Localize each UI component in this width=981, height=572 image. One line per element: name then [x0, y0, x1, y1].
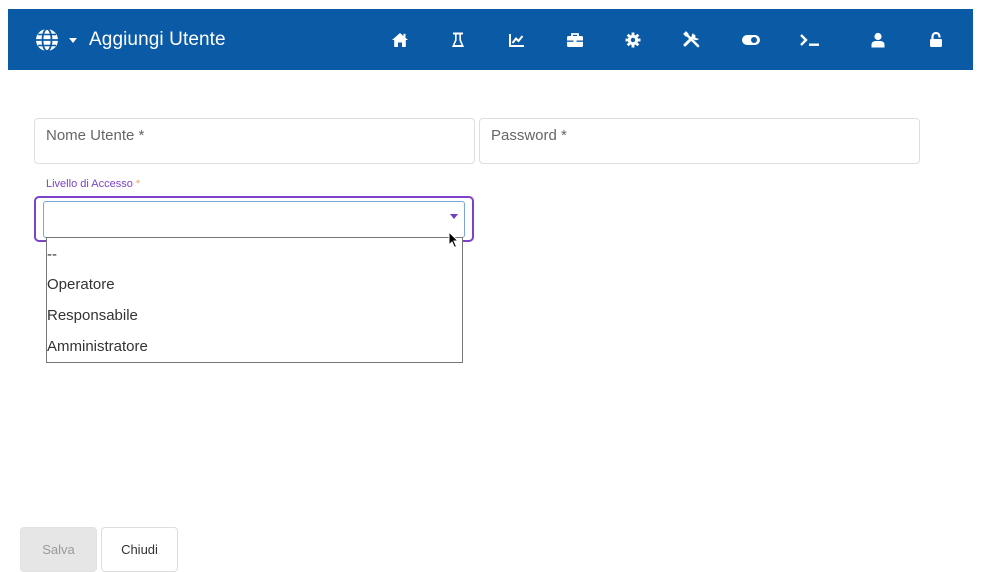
access-level-dropdown: -- Operatore Responsabile Amministratore: [46, 237, 463, 363]
option-amministratore[interactable]: Amministratore: [47, 331, 462, 362]
save-button[interactable]: Salva: [20, 527, 97, 572]
required-mark: *: [135, 178, 141, 190]
home-icon[interactable]: [389, 29, 411, 51]
flask-icon[interactable]: [447, 29, 469, 51]
app-menu-toggle[interactable]: Aggiungi Utente: [34, 25, 226, 55]
access-level-select[interactable]: [43, 201, 465, 238]
option-operatore[interactable]: Operatore: [47, 269, 462, 300]
option-none[interactable]: --: [47, 239, 462, 270]
access-level-label: Livello di Accesso *: [43, 178, 144, 190]
close-button[interactable]: Chiudi: [101, 527, 178, 572]
chevron-down-icon: [69, 37, 77, 43]
password-label: Password *: [491, 127, 567, 144]
toggle-icon[interactable]: [740, 29, 762, 51]
tools-icon[interactable]: [681, 29, 703, 51]
password-field[interactable]: Password *: [479, 118, 920, 164]
top-navbar: Aggiungi Utente: [8, 9, 973, 70]
access-level-label-text: Livello di Accesso: [46, 178, 133, 190]
user-icon[interactable]: [867, 29, 889, 51]
mouse-cursor-icon: [448, 230, 460, 254]
caret-down-icon: [450, 214, 458, 219]
line-chart-icon[interactable]: [506, 29, 528, 51]
globe-icon: [34, 27, 60, 53]
option-responsabile[interactable]: Responsabile: [47, 300, 462, 331]
terminal-icon[interactable]: [799, 29, 821, 51]
username-label: Nome Utente *: [46, 127, 145, 144]
page-title: Aggiungi Utente: [89, 29, 226, 50]
gear-icon[interactable]: [622, 29, 644, 51]
unlock-icon[interactable]: [925, 29, 947, 51]
username-field[interactable]: Nome Utente *: [34, 118, 475, 164]
toolbox-icon[interactable]: [564, 29, 586, 51]
